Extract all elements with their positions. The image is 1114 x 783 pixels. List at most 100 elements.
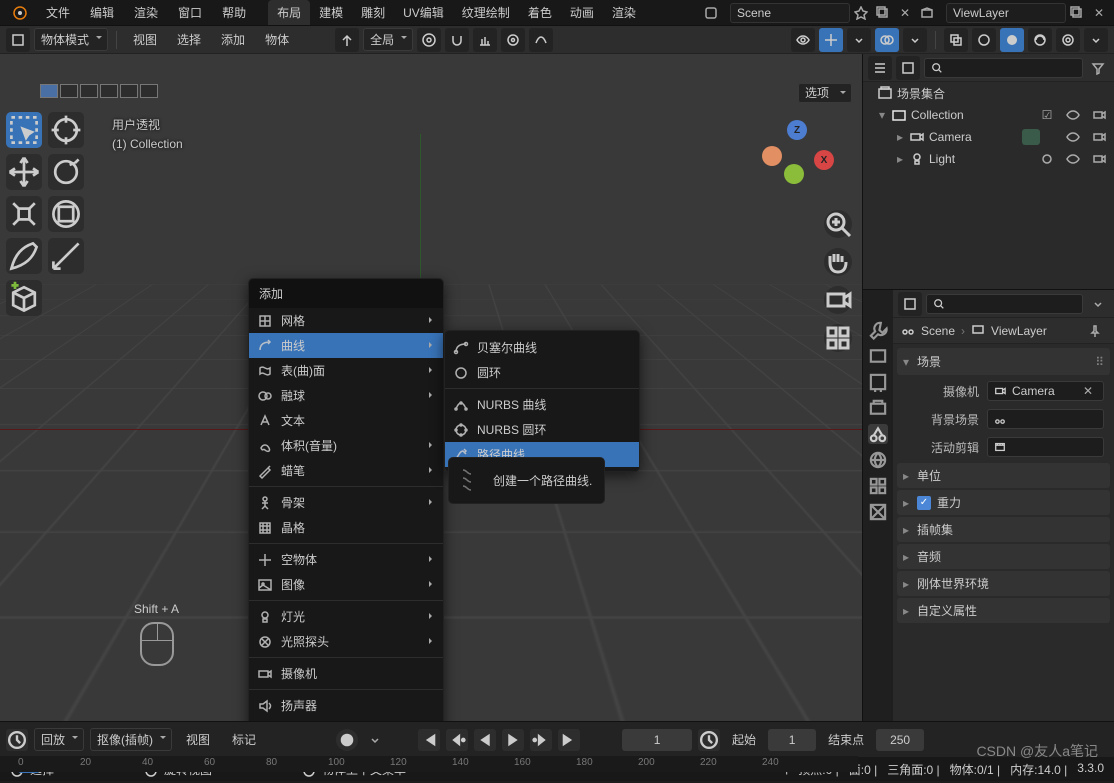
panel-audio[interactable]: ▸音频 — [897, 544, 1110, 569]
tool-add-cube[interactable] — [6, 280, 42, 316]
render-icon[interactable] — [1090, 106, 1108, 124]
gizmo-z[interactable]: Z — [787, 120, 807, 140]
collection-row[interactable]: ▾ Collection ☑ — [863, 104, 1114, 126]
hdr-view[interactable]: 视图 — [125, 28, 165, 51]
tab-texpaint[interactable]: 纹理绘制 — [453, 0, 519, 25]
jump-end-icon[interactable] — [558, 729, 580, 751]
add-表(曲)面[interactable]: 表(曲)面 — [249, 358, 443, 383]
eye-icon[interactable] — [1064, 150, 1082, 168]
add-空物体[interactable]: 空物体 — [249, 547, 443, 572]
menu-help[interactable]: 帮助 — [212, 1, 256, 24]
outliner-display-icon[interactable] — [896, 56, 920, 80]
menu-edit[interactable]: 编辑 — [80, 1, 124, 24]
shading-rendered-icon[interactable] — [1056, 28, 1080, 52]
add-曲线[interactable]: 曲线 — [249, 333, 443, 358]
delete-scene-icon[interactable]: ✕ — [896, 4, 914, 22]
tool-cursor[interactable] — [48, 112, 84, 148]
tool-transform[interactable] — [48, 196, 84, 232]
tab-sculpt[interactable]: 雕刻 — [352, 0, 394, 25]
options-dropdown[interactable]: 选项 — [798, 83, 852, 103]
scene-browse-icon[interactable] — [702, 4, 720, 22]
tab-layout[interactable]: 布局 — [268, 0, 310, 25]
ptab-texture[interactable] — [868, 502, 888, 522]
add-蜡笔[interactable]: 蜡笔 — [249, 458, 443, 483]
camera-value[interactable]: Camera✕ — [987, 381, 1104, 401]
panel-custom[interactable]: ▸自定义属性 — [897, 598, 1110, 623]
autokey-dd-icon[interactable] — [366, 731, 384, 749]
disclosure-icon[interactable]: ▸ — [895, 130, 905, 144]
xray-icon[interactable] — [944, 28, 968, 52]
camera-row[interactable]: ▸ Camera — [863, 126, 1114, 148]
restrict-icon[interactable] — [1022, 129, 1040, 145]
pin-icon[interactable] — [852, 4, 870, 22]
curve-圆环[interactable]: 圆环 — [445, 360, 639, 385]
proportional-type-icon[interactable] — [529, 28, 553, 52]
bg-value[interactable] — [987, 409, 1104, 429]
tab-rendering[interactable]: 渲染 — [603, 0, 645, 25]
add-体积(音量)[interactable]: 体积(音量) — [249, 433, 443, 458]
selmode-2[interactable] — [60, 84, 78, 98]
scene-collection-row[interactable]: 场景集合 — [863, 82, 1114, 104]
add-灯光[interactable]: 灯光 — [249, 604, 443, 629]
start-frame[interactable]: 1 — [768, 729, 816, 751]
overlay-toggle-icon[interactable] — [875, 28, 899, 52]
add-光照探头[interactable]: 光照探头 — [249, 629, 443, 654]
add-融球[interactable]: 融球 — [249, 383, 443, 408]
shading-matprev-icon[interactable] — [1028, 28, 1052, 52]
next-key-icon[interactable] — [530, 729, 552, 751]
ptab-viewlayer[interactable] — [868, 398, 888, 418]
props-options-icon[interactable] — [1089, 295, 1107, 313]
zoom-icon[interactable] — [824, 210, 852, 238]
end-frame[interactable]: 250 — [876, 729, 924, 751]
layers-icon[interactable] — [918, 4, 936, 22]
shading-solid-icon[interactable] — [1000, 28, 1024, 52]
ptab-collection[interactable] — [868, 476, 888, 496]
add-图像[interactable]: 图像 — [249, 572, 443, 597]
add-骨架[interactable]: 骨架 — [249, 490, 443, 515]
disclosure-icon[interactable]: ▾ — [877, 108, 887, 122]
overlay-options-icon[interactable] — [903, 28, 927, 52]
new-scene-icon[interactable] — [874, 4, 892, 22]
props-search[interactable] — [926, 294, 1083, 314]
visibility-icon[interactable] — [791, 28, 815, 52]
editor-type-icon[interactable] — [6, 28, 30, 52]
orientation-select[interactable]: 全局 — [363, 28, 413, 51]
add-网格[interactable]: 网格 — [249, 308, 443, 333]
selmode-1[interactable] — [40, 84, 58, 98]
render-icon[interactable] — [1090, 128, 1108, 146]
tool-annotate[interactable] — [6, 238, 42, 274]
tab-animation[interactable]: 动画 — [561, 0, 603, 25]
prev-key-icon[interactable] — [446, 729, 468, 751]
hdr-add[interactable]: 添加 — [213, 28, 253, 51]
panel-keying[interactable]: ▸插帧集 — [897, 517, 1110, 542]
lock-range-icon[interactable] — [698, 729, 720, 751]
tool-move[interactable] — [6, 154, 42, 190]
selmode-6[interactable] — [140, 84, 158, 98]
gizmo-y[interactable] — [784, 164, 804, 184]
gizmo-options-icon[interactable] — [847, 28, 871, 52]
pivot-icon[interactable] — [417, 28, 441, 52]
tl-view[interactable]: 视图 — [178, 728, 218, 751]
tool-scale[interactable] — [6, 196, 42, 232]
ptab-render[interactable] — [868, 346, 888, 366]
gizmo-toggle-icon[interactable] — [819, 28, 843, 52]
selmode-5[interactable] — [120, 84, 138, 98]
orientation-icon[interactable] — [335, 28, 359, 52]
checkbox-icon[interactable]: ☑ — [1038, 106, 1056, 124]
curve-NURBS 曲线[interactable]: NURBS 曲线 — [445, 392, 639, 417]
crumb-scene[interactable]: Scene — [921, 324, 955, 338]
clip-value[interactable] — [987, 437, 1104, 457]
mode-select[interactable]: 物体模式 — [34, 28, 108, 51]
perspective-icon[interactable] — [824, 324, 852, 352]
hdr-select[interactable]: 选择 — [169, 28, 209, 51]
pin-icon[interactable] — [1086, 322, 1104, 340]
curve-贝塞尔曲线[interactable]: 贝塞尔曲线 — [445, 335, 639, 360]
pan-icon[interactable] — [824, 248, 852, 276]
curve-NURBS 圆环[interactable]: NURBS 圆环 — [445, 417, 639, 442]
new-viewlayer-icon[interactable] — [1068, 4, 1086, 22]
shading-options-icon[interactable] — [1084, 28, 1108, 52]
snap-icon[interactable] — [445, 28, 469, 52]
ptab-tool[interactable] — [868, 320, 888, 340]
add-晶格[interactable]: 晶格 — [249, 515, 443, 540]
tool-rotate[interactable] — [48, 154, 84, 190]
